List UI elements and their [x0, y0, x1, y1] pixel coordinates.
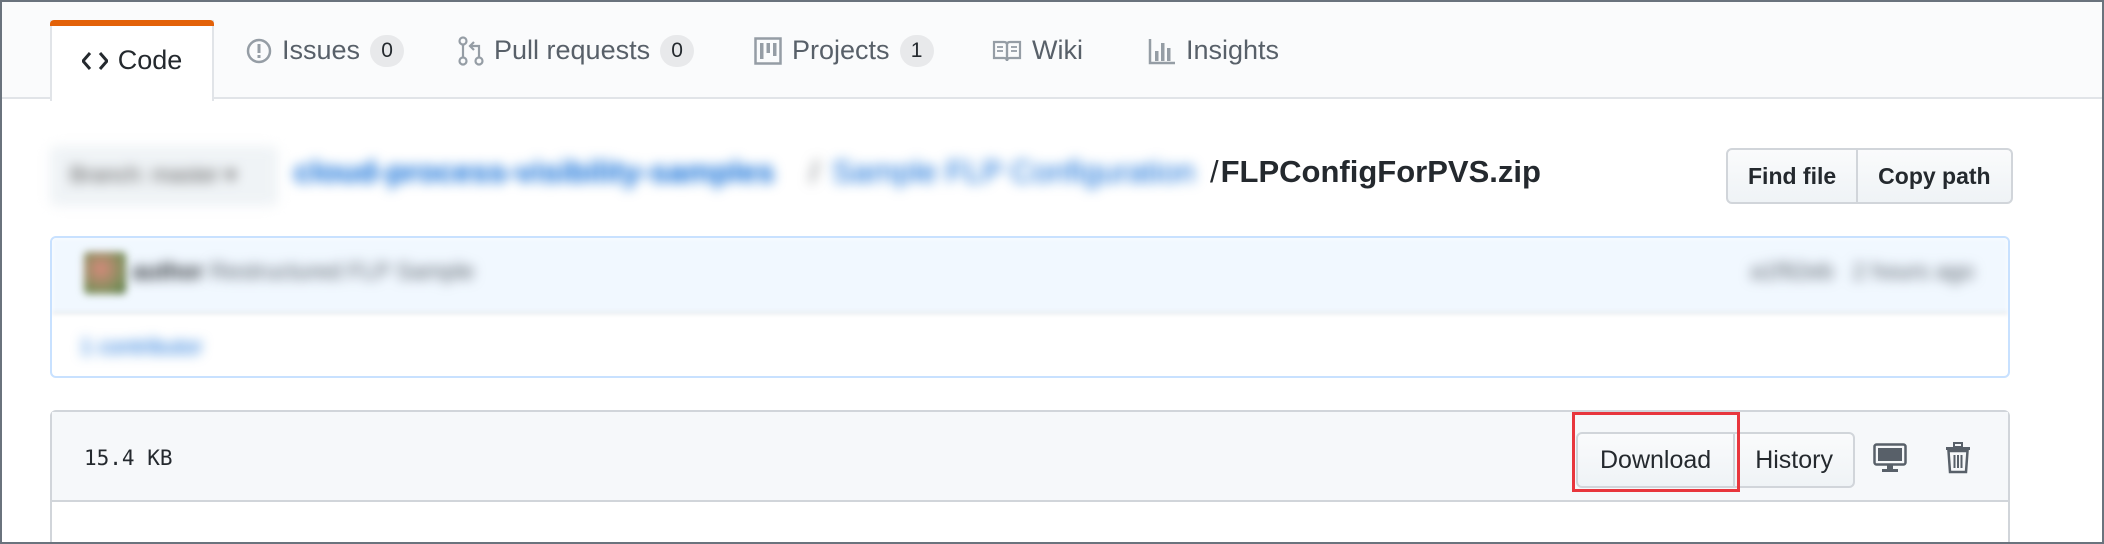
tab-code-label: Code	[117, 45, 183, 75]
tab-insights[interactable]: Insights	[1148, 2, 1279, 99]
tab-issues-label: Issues	[282, 35, 361, 65]
tab-issues[interactable]: Issues 0	[246, 2, 405, 99]
file-header: 15.4 KB Download History	[52, 412, 2008, 502]
commit-meta: a1f92eb 2 hours ago	[1750, 258, 1974, 285]
tab-pull-requests[interactable]: Pull requests 0	[458, 2, 695, 99]
projects-count: 1	[899, 34, 934, 67]
file-name: FLPConfigForPVS.zip	[1220, 154, 1541, 189]
tab-pull-requests-label: Pull requests	[494, 35, 651, 65]
device-desktop-icon	[1873, 443, 1907, 472]
avatar[interactable]	[84, 252, 126, 294]
breadcrumb-repo-link[interactable]: cloud-process-visibility-samples	[294, 154, 775, 190]
tab-projects-label: Projects	[792, 35, 890, 65]
branch-select-label: Branch: master ▾	[70, 162, 237, 187]
history-button[interactable]: History	[1735, 432, 1855, 488]
git-pull-request-icon	[458, 35, 484, 66]
breadcrumb-final: /FLPConfigForPVS.zip	[1210, 154, 1541, 190]
delete-file-button[interactable]	[1936, 436, 1980, 480]
project-icon	[754, 36, 782, 65]
breadcrumb-folder-link[interactable]: Sample FLP Configuration	[832, 154, 1195, 190]
commit-time: 2 hours ago	[1852, 258, 1974, 284]
tab-projects[interactable]: Projects 1	[754, 2, 934, 99]
download-button[interactable]: Download	[1576, 432, 1736, 488]
tab-wiki-label: Wiki	[1032, 35, 1083, 65]
commit-sha[interactable]: a1f92eb	[1750, 258, 1833, 284]
tab-wiki[interactable]: Wiki	[992, 2, 1083, 99]
pull-requests-count: 0	[660, 34, 695, 67]
find-file-button[interactable]: Find file	[1726, 148, 1859, 204]
github-file-page: Code Issues 0 Pull requests 0 Projects 1…	[0, 0, 2104, 544]
tab-insights-label: Insights	[1186, 35, 1280, 65]
open-desktop-button[interactable]	[1868, 436, 1912, 480]
issues-count: 0	[370, 34, 405, 67]
file-size: 15.4 KB	[84, 446, 173, 470]
commit-author[interactable]: author	[132, 258, 204, 285]
contributors-link[interactable]: 1 contributor	[80, 334, 202, 360]
file-actions: Download History	[1576, 432, 1855, 488]
commit-tease: author Restructured FLP Sample a1f92eb 2…	[50, 236, 2010, 378]
book-icon	[992, 40, 1022, 61]
repo-nav: Code Issues 0 Pull requests 0 Projects 1…	[2, 2, 2102, 101]
issue-opened-icon	[246, 38, 272, 63]
copy-path-button[interactable]: Copy path	[1858, 148, 2013, 204]
graph-icon	[1148, 38, 1175, 64]
trashcan-icon	[1946, 442, 1970, 474]
file-breadcrumb-row: Branch: master ▾ cloud-process-visibilit…	[50, 142, 2013, 210]
file-nav-buttons: Find file Copy path	[1726, 148, 2013, 204]
breadcrumb-final-slash: /	[1210, 154, 1219, 189]
code-icon	[81, 51, 108, 70]
file-box: 15.4 KB Download History	[50, 410, 2010, 542]
tab-code[interactable]: Code	[50, 20, 214, 101]
breadcrumb-separator: /	[810, 154, 819, 189]
branch-select-button[interactable]: Branch: master ▾	[50, 146, 278, 206]
commit-message[interactable]: Restructured FLP Sample	[210, 258, 474, 285]
